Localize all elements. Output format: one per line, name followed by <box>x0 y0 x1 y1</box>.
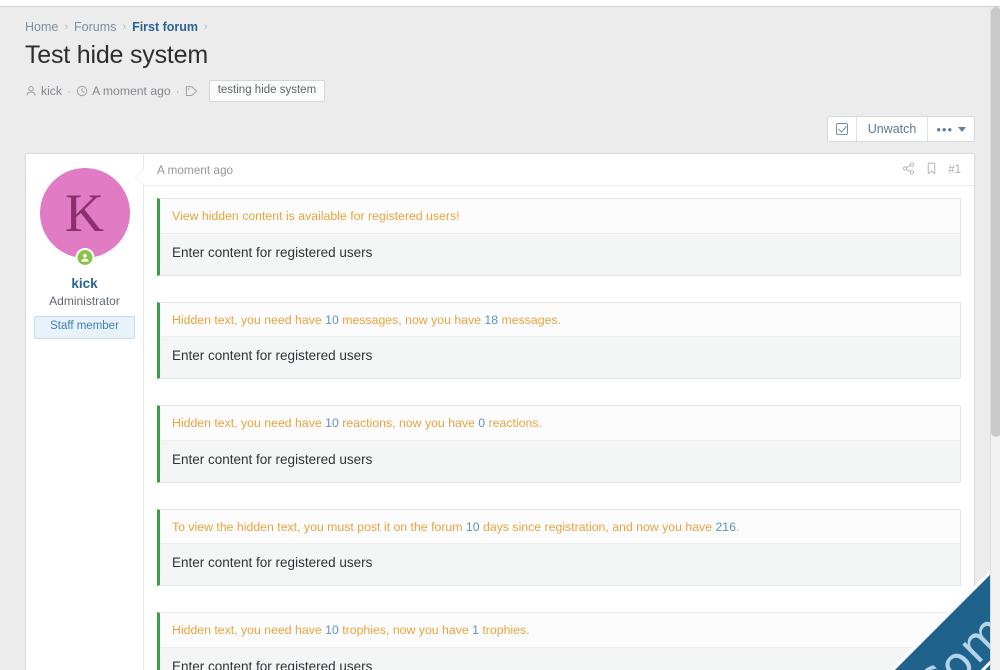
hidden-content-text: Enter content for registered users <box>160 544 960 586</box>
hidden-content-notice: Hidden text, you need have 10 reactions,… <box>160 406 960 441</box>
notice-text: Hidden text, you need have <box>172 312 326 327</box>
thread-author[interactable]: kick <box>41 84 62 98</box>
breadcrumb-item-home[interactable]: Home <box>25 20 58 34</box>
post-article: K kick Administrator Staff member A mome… <box>25 153 975 670</box>
chevron-down-icon <box>958 126 966 132</box>
breadcrumb-item-first-forum[interactable]: First forum <box>132 20 198 34</box>
post-header-actions: #1 <box>902 162 961 178</box>
page-background: Home › Forums › First forum › Test hide … <box>0 7 1000 670</box>
share-icon[interactable] <box>902 162 915 178</box>
notice-text: messages. <box>498 312 561 327</box>
notice-text: reactions. <box>485 416 542 431</box>
notice-text: days since registration, and now you hav… <box>479 519 716 534</box>
avatar[interactable]: K <box>39 168 130 259</box>
notice-number: 10 <box>465 519 480 534</box>
watch-button-group: Unwatch ••• <box>826 116 975 143</box>
hidden-content-notice: To view the hidden text, you must post i… <box>160 509 960 545</box>
ellipsis-icon: ••• <box>936 121 953 137</box>
clock-icon <box>76 85 88 97</box>
hidden-content-block: To view the hidden text, you must post i… <box>157 508 961 587</box>
bookmark-icon[interactable] <box>926 162 937 178</box>
notice-number: 10 <box>325 416 339 431</box>
notice-number: 18 <box>484 312 499 327</box>
hidden-content-notice: Hidden text, you need have 10 trophies, … <box>160 613 960 648</box>
page-scrollbar[interactable] <box>990 7 1000 670</box>
post-timestamp[interactable]: A moment ago <box>157 163 233 177</box>
checkbox-checked-icon <box>835 123 848 136</box>
scrollbar-thumb[interactable] <box>991 7 1000 437</box>
notice-number: 10 <box>325 623 339 638</box>
notice-text: messages, now you have <box>338 312 485 327</box>
more-options-button[interactable]: ••• <box>928 117 974 142</box>
post-username[interactable]: kick <box>34 276 135 291</box>
hidden-content-text: Enter content for registered users <box>160 337 960 379</box>
thread-action-bar: Unwatch ••• <box>15 102 985 143</box>
thread-meta: kick · A moment ago · testing hide syste… <box>25 80 985 103</box>
notice-text: To view the hidden text, you must post i… <box>172 519 466 534</box>
hidden-content-block: Hidden text, you need have 10 reactions,… <box>157 405 961 483</box>
hidden-content-text: Enter content for registered users <box>160 440 960 482</box>
watch-checkbox-button[interactable] <box>827 117 857 142</box>
notice-text: . <box>735 519 740 534</box>
notice-text: trophies, now you have <box>338 623 473 638</box>
notice-text: Hidden text, you need have <box>172 623 326 638</box>
post-user-sidebar: K kick Administrator Staff member <box>26 154 144 670</box>
breadcrumb: Home › Forums › First forum › <box>15 7 985 34</box>
hidden-content-block: Hidden text, you need have 10 messages, … <box>157 301 961 380</box>
notice-text: View hidden content is available for reg… <box>172 209 460 224</box>
breadcrumb-item-forums[interactable]: Forums <box>74 20 116 34</box>
post-user-title: Administrator <box>49 294 120 309</box>
thread-tag[interactable]: testing hide system <box>208 80 326 103</box>
notice-number: 216 <box>715 519 736 534</box>
user-icon <box>25 85 37 97</box>
thread-timestamp: A moment ago <box>92 84 171 99</box>
online-status-icon <box>75 248 94 268</box>
post-number[interactable]: #1 <box>948 164 961 176</box>
notice-text: trophies. <box>478 623 530 638</box>
breadcrumb-separator: › <box>204 21 208 33</box>
breadcrumb-separator: › <box>64 21 69 33</box>
post-message-column: A moment ago #1 View hidden content is a… <box>135 154 974 670</box>
hidden-content-block: View hidden content is available for reg… <box>157 198 961 276</box>
notice-number: 1 <box>472 623 479 638</box>
unwatch-button[interactable]: Unwatch <box>856 117 929 142</box>
tag-icon <box>185 85 199 97</box>
hidden-content-notice: View hidden content is available for reg… <box>160 199 960 234</box>
hidden-content-text: Enter content for registered users <box>160 233 960 275</box>
page-inner: Home › Forums › First forum › Test hide … <box>5 7 995 670</box>
meta-separator: · <box>67 84 72 99</box>
post-header: A moment ago #1 <box>144 154 974 187</box>
hidden-content-notice: Hidden text, you need have 10 messages, … <box>160 302 960 338</box>
hidden-content-block: Hidden text, you need have 10 trophies, … <box>157 612 961 670</box>
hidden-content-text: Enter content for registered users <box>160 647 960 670</box>
breadcrumb-separator: › <box>122 21 127 33</box>
staff-member-banner: Staff member <box>34 316 135 339</box>
post-body: View hidden content is available for reg… <box>144 186 974 670</box>
page-top-strip <box>0 0 1000 7</box>
meta-separator: · <box>175 84 180 99</box>
avatar-wrap: K <box>39 168 130 268</box>
thread-header: Test hide system kick · A moment ago · t… <box>15 34 985 103</box>
notice-number: 10 <box>325 312 339 327</box>
notice-text: reactions, now you have <box>338 416 479 431</box>
page-title: Test hide system <box>25 41 208 69</box>
notice-text: Hidden text, you need have <box>172 416 326 431</box>
